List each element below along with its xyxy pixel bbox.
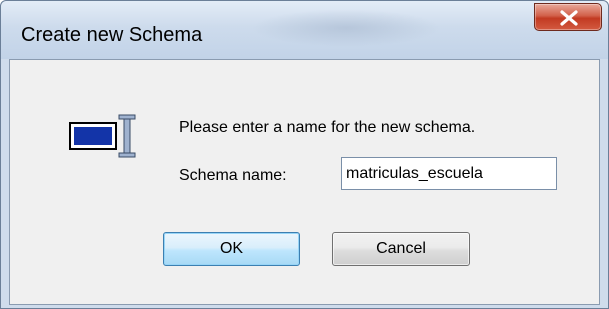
close-button[interactable] bbox=[534, 3, 602, 31]
schema-name-label: Schema name: bbox=[179, 167, 287, 184]
dialog-prompt: Please enter a name for the new schema. bbox=[179, 119, 476, 136]
window-title: Create new Schema bbox=[21, 24, 203, 46]
title-bar-reflection bbox=[251, 9, 441, 47]
cancel-button[interactable]: Cancel bbox=[332, 232, 470, 266]
schema-name-input[interactable] bbox=[341, 157, 557, 190]
ok-button[interactable]: OK bbox=[163, 232, 300, 266]
dialog-window: Create new Schema Please enter a name fo… bbox=[0, 0, 609, 309]
schema-text-cursor-icon bbox=[69, 114, 136, 158]
title-bar[interactable]: Create new Schema bbox=[1, 1, 608, 59]
close-icon bbox=[560, 10, 578, 26]
